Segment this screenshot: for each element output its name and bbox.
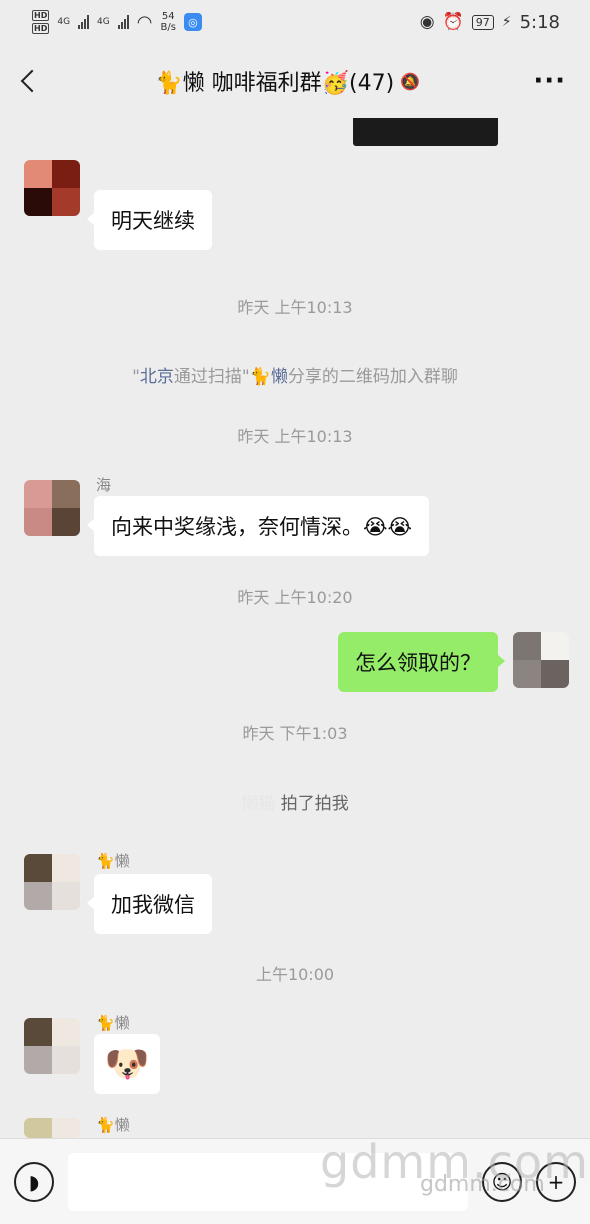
alarm-icon: ⏰ (442, 12, 464, 32)
system-text: " (132, 367, 140, 387)
hd-badge: HD (32, 23, 50, 34)
group-name: 🐈懒 咖啡福利群🥳(47) (155, 71, 395, 96)
more-icon[interactable]: ··· (533, 66, 566, 96)
system-message: "北京通过扫描"🐈懒分享的二维码加入群聊 (0, 362, 590, 387)
avatar[interactable] (24, 1118, 80, 1138)
hd-indicators: HD HD (32, 10, 50, 34)
network-label: 4G (97, 17, 110, 27)
hd-badge: HD (32, 10, 50, 21)
status-right: ◉ ⏰ 97 ⚡ 5:18 (420, 12, 560, 33)
sender-name: 🐈懒 (96, 1014, 130, 1032)
message-input[interactable] (68, 1152, 468, 1211)
charging-icon: ⚡ (501, 14, 512, 30)
signal-icon (78, 15, 90, 29)
status-left: HD HD 4G 4G ◠ 54 B/s ◎ (32, 10, 202, 34)
status-bar: HD HD 4G 4G ◠ 54 B/s ◎ ◉ ⏰ 97 ⚡ 5:18 (0, 0, 590, 44)
system-text: 通过扫描" (173, 367, 250, 387)
message-text: 怎么领取的？ (355, 651, 481, 675)
timestamp: 上午10:00 (255, 965, 335, 984)
member-link[interactable]: 北京 (140, 367, 174, 387)
member-link[interactable]: 🐈懒 (250, 367, 288, 387)
signal-icon (117, 15, 129, 29)
pat-message: 懒猫 拍了拍我 (0, 789, 590, 814)
message-bubble[interactable]: 向来中奖缘浅，奈何情深。😭😭 (86, 496, 430, 556)
battery-icon: 97 (471, 14, 494, 30)
app-notification-icon: ◎ (183, 13, 202, 31)
message-text: 加我微信 (111, 893, 195, 917)
net-speed-value: 54 (161, 11, 175, 22)
timestamp: 昨天 上午10:13 (237, 298, 353, 317)
sender-name: 🐈懒 (96, 852, 130, 870)
avatar[interactable] (24, 1018, 80, 1074)
message-bubble[interactable]: 明天继续 (87, 190, 212, 250)
image-message-partial[interactable] (353, 118, 498, 146)
system-text: 分享的二维码加入群聊 (287, 367, 458, 387)
plus-icon[interactable]: + (536, 1161, 576, 1202)
timestamp: 昨天 下午1:03 (242, 724, 348, 743)
eye-icon: ◉ (419, 12, 435, 32)
mute-icon: 🔕 (400, 71, 421, 91)
message-bubble-self[interactable]: 怎么领取的？ (338, 632, 505, 692)
net-speed: 54 B/s (160, 11, 175, 33)
voice-icon[interactable]: ◗ (14, 1161, 54, 1202)
message-list[interactable]: 明天继续 昨天 上午10:13 "北京通过扫描"🐈懒分享的二维码加入群聊 昨天 … (0, 118, 590, 1138)
avatar[interactable] (24, 854, 80, 910)
sticker-message[interactable]: 🐶 (94, 1034, 160, 1094)
emoji-icon[interactable]: ☺ (482, 1161, 522, 1202)
dog-sticker-icon: 🐶 (104, 1044, 150, 1085)
message-text: 向来中奖缘浅，奈何情深。😭😭 (111, 515, 413, 539)
timestamp: 昨天 上午10:13 (237, 427, 353, 446)
back-icon[interactable] (18, 69, 42, 93)
sender-name: 🐈懒 (96, 1116, 130, 1134)
network-label: 4G (57, 17, 71, 27)
chat-title: 🐈懒 咖啡福利群🥳(47) 🔕 (155, 65, 420, 97)
pat-text: 拍了拍我 (280, 794, 349, 814)
timestamp: 昨天 上午10:20 (237, 588, 353, 607)
message-bubble[interactable]: 加我微信 (87, 874, 212, 934)
input-bar: ◗ ☺ + (0, 1138, 590, 1224)
wifi-icon: ◠ (136, 11, 153, 33)
avatar[interactable] (24, 160, 80, 216)
net-speed-unit: B/s (160, 22, 176, 33)
message-text: 明天继续 (111, 209, 195, 233)
blurred-name: 懒猫 (241, 794, 276, 814)
clock: 5:18 (519, 11, 560, 33)
sender-name: 海 (96, 476, 112, 494)
self-avatar[interactable] (513, 632, 569, 688)
avatar[interactable] (24, 480, 80, 536)
chat-header: 🐈懒 咖啡福利群🥳(47) 🔕 ··· (0, 44, 590, 118)
